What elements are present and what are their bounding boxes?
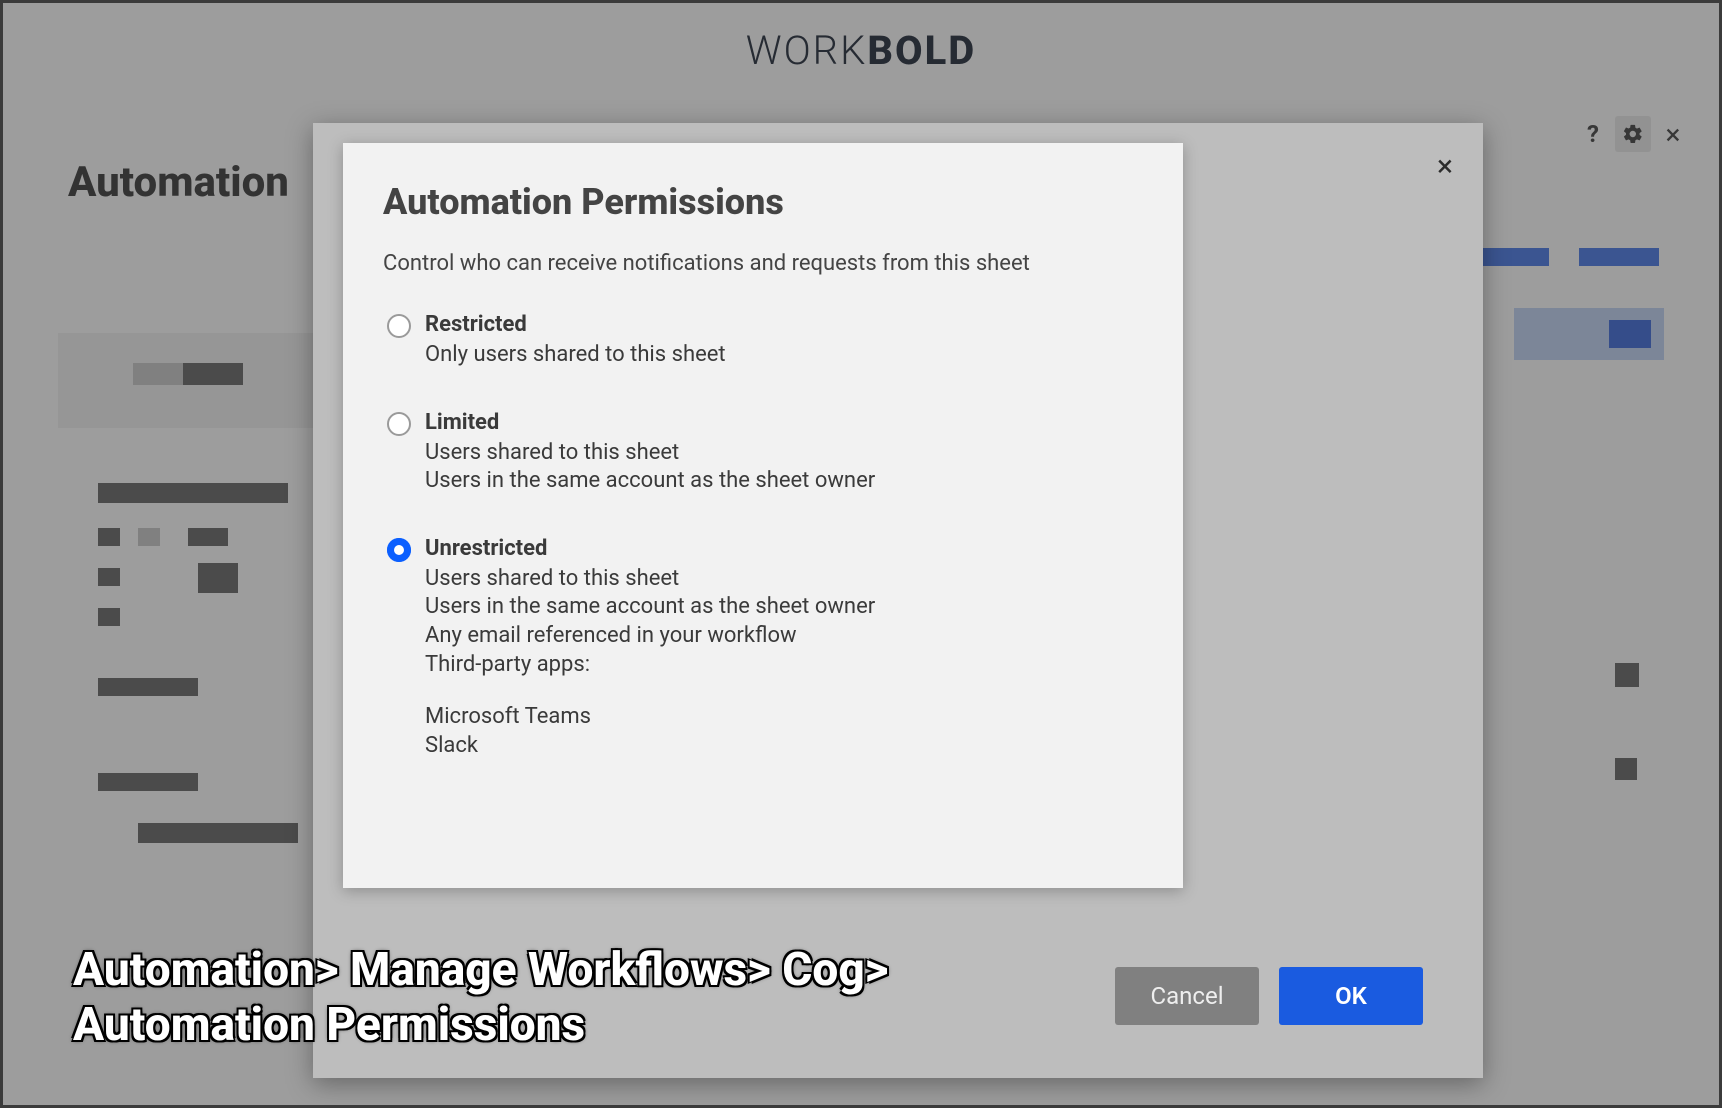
cancel-button[interactable]: Cancel [1115,967,1259,1025]
ok-button[interactable]: OK [1279,967,1423,1025]
modal-close-icon[interactable]: × [1437,149,1453,184]
option-line: Only users shared to this sheet [425,341,726,370]
option-unrestricted[interactable]: Unrestricted Users shared to this sheet … [387,536,1143,761]
third-party-apps: Microsoft Teams Slack [425,703,875,760]
dialog-subtitle: Control who can receive notifications an… [383,251,1143,276]
option-line: Users shared to this sheet [425,565,875,594]
option-body: Limited Users shared to this sheet Users… [425,410,875,496]
caption-line-2: Automation Permissions [73,998,888,1053]
option-line: Users in the same account as the sheet o… [425,467,875,496]
permissions-dialog: Automation Permissions Control who can r… [343,143,1183,888]
radio-limited[interactable] [387,412,411,436]
option-line: Users shared to this sheet [425,439,875,468]
app-name: Microsoft Teams [425,703,875,732]
option-title: Restricted [425,312,726,337]
options-group: Restricted Only users shared to this she… [387,312,1143,760]
option-body: Restricted Only users shared to this she… [425,312,726,370]
dialog-title: Automation Permissions [383,181,1143,223]
radio-unrestricted[interactable] [387,538,411,562]
option-limited[interactable]: Limited Users shared to this sheet Users… [387,410,1143,496]
option-body: Unrestricted Users shared to this sheet … [425,536,875,761]
caption-line-1: Automation> Manage Workflows> Cog> [73,943,888,998]
radio-restricted[interactable] [387,314,411,338]
app-name: Slack [425,732,875,761]
option-restricted[interactable]: Restricted Only users shared to this she… [387,312,1143,370]
option-line: Any email referenced in your workflow [425,622,875,651]
option-title: Unrestricted [425,536,875,561]
option-line: Third-party apps: [425,651,875,680]
breadcrumb-caption: Automation> Manage Workflows> Cog> Autom… [73,943,888,1053]
option-title: Limited [425,410,875,435]
option-line: Users in the same account as the sheet o… [425,593,875,622]
